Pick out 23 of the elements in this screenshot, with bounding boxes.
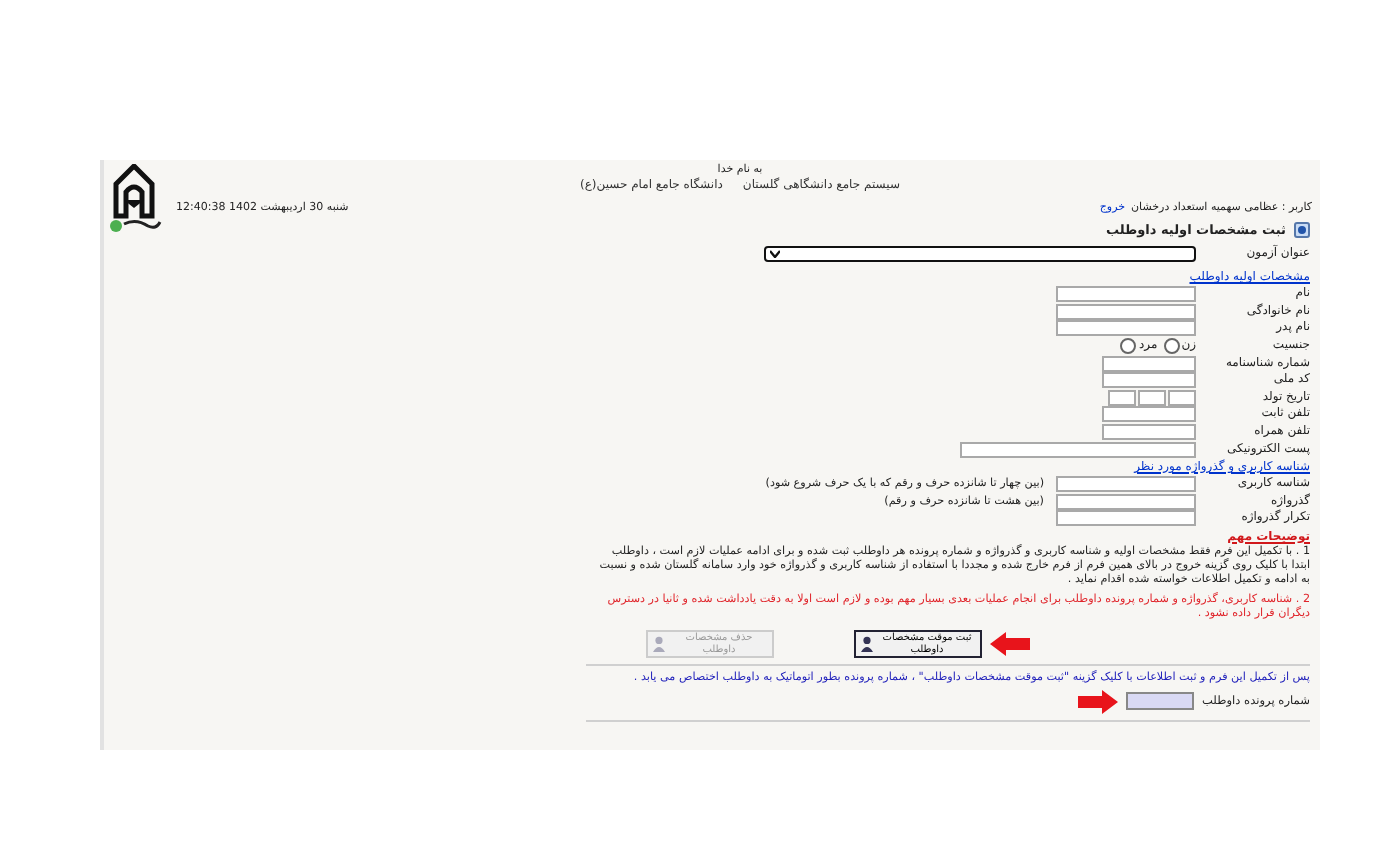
chevron-down-icon — [770, 250, 780, 258]
input-field[interactable] — [1056, 320, 1196, 337]
form-icon — [1294, 222, 1310, 238]
input-field[interactable] — [1056, 510, 1196, 527]
select-field[interactable] — [764, 246, 1196, 262]
person-icon — [652, 635, 666, 652]
input-field[interactable] — [1102, 355, 1196, 372]
radio-button[interactable] — [1163, 338, 1180, 355]
input-field[interactable] — [1056, 493, 1196, 510]
input-field[interactable] — [1056, 303, 1196, 320]
input-field[interactable] — [960, 441, 1196, 458]
radio-button[interactable] — [1120, 338, 1137, 355]
logo-icon — [108, 164, 162, 236]
input-field[interactable] — [1102, 372, 1196, 389]
input-field[interactable] — [1102, 406, 1196, 423]
input-field[interactable] — [1056, 286, 1196, 303]
person-icon — [860, 635, 874, 652]
date-part-field[interactable] — [1108, 389, 1136, 406]
input-field[interactable] — [1056, 476, 1196, 493]
file-number-field[interactable] — [1125, 692, 1194, 711]
date-part-field[interactable] — [1138, 389, 1166, 406]
input-field[interactable] — [1102, 424, 1196, 441]
date-part-field[interactable] — [1168, 389, 1196, 406]
